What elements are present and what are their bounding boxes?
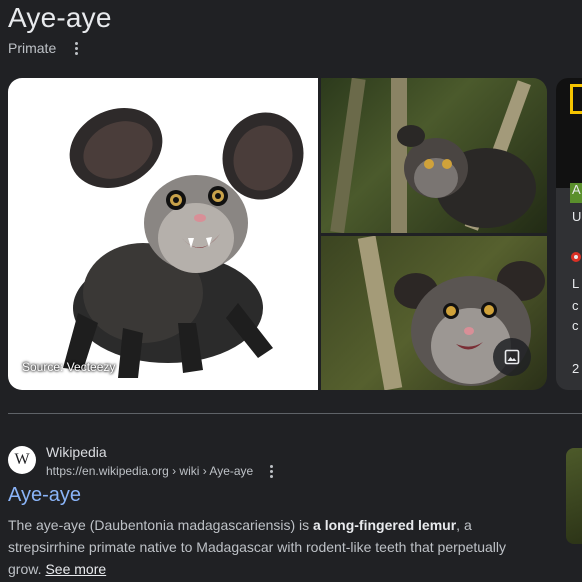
thumbnail-bottom-right[interactable] bbox=[321, 236, 547, 390]
result-site-name[interactable]: Wikipedia bbox=[46, 444, 107, 460]
see-more-link[interactable]: See more bbox=[45, 561, 106, 577]
aye-aye-illustration bbox=[63, 108, 304, 378]
section-divider bbox=[8, 413, 582, 414]
result-url-row: https://en.wikipedia.org › wiki › Aye-ay… bbox=[46, 463, 279, 479]
peek-card-text: c bbox=[572, 298, 579, 313]
result-snippet: The aye-aye (Daubentonia madagascariensi… bbox=[8, 514, 528, 580]
snippet-bold-text: a long-fingered lemur bbox=[313, 517, 457, 533]
natgeo-logo bbox=[570, 84, 582, 114]
peek-card-site-icon bbox=[571, 252, 581, 262]
subtitle-row: Primate bbox=[8, 40, 84, 56]
next-card-peek[interactable]: A U L c c 2 bbox=[556, 78, 582, 390]
main-image[interactable]: Source: Vecteezy bbox=[8, 78, 318, 390]
snippet-text: The aye-aye (Daubentonia madagascariensi… bbox=[8, 517, 314, 533]
result-thumbnail[interactable] bbox=[566, 448, 582, 544]
wikipedia-favicon: W bbox=[8, 446, 36, 474]
peek-card-text: 2 bbox=[572, 361, 580, 376]
aye-aye-tree-photo bbox=[330, 78, 536, 233]
result-url[interactable]: https://en.wikipedia.org › wiki › Aye-ay… bbox=[46, 464, 253, 478]
thumbnail-top-right[interactable] bbox=[321, 78, 547, 233]
view-images-button[interactable] bbox=[493, 338, 531, 376]
result-title-link[interactable]: Aye-aye bbox=[8, 484, 81, 507]
image-source: Source: Vecteezy bbox=[22, 360, 116, 374]
image-icon bbox=[504, 349, 520, 365]
more-options-icon[interactable] bbox=[68, 40, 84, 56]
peek-card-text: L bbox=[572, 276, 580, 291]
peek-card-text: c bbox=[572, 318, 579, 333]
entity-type: Primate bbox=[8, 40, 57, 56]
result-options-icon[interactable] bbox=[263, 463, 279, 479]
peek-card-text: U bbox=[572, 209, 582, 224]
image-gallery: Source: Vecteezy A U L c c 2 bbox=[8, 78, 582, 390]
page-title: Aye-aye bbox=[8, 2, 112, 33]
peek-card-text: A bbox=[572, 182, 581, 197]
